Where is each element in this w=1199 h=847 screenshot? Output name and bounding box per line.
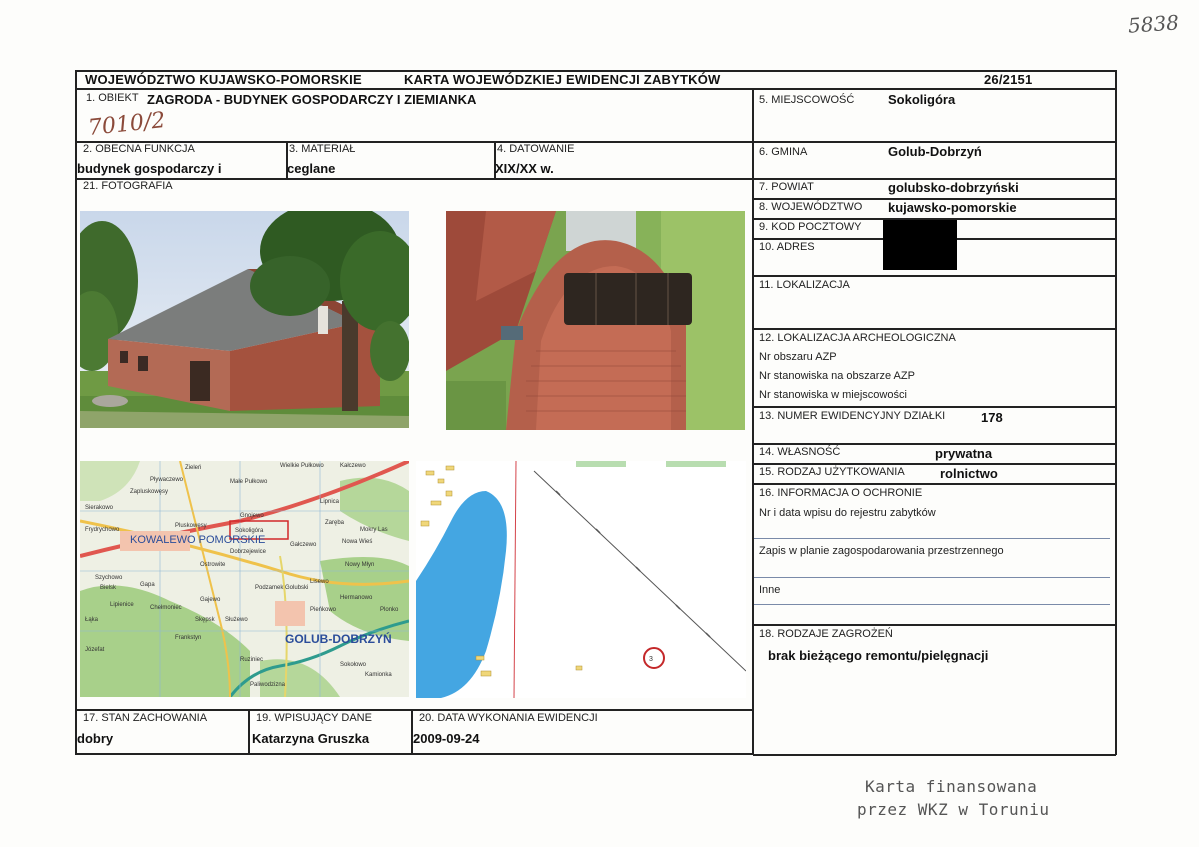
svg-text:Lisewo: Lisewo xyxy=(310,579,329,585)
svg-text:Pluskowęsy: Pluskowęsy xyxy=(175,523,207,529)
zagrozenia-label: 18. RODZAJE ZAGROŻEŃ xyxy=(759,628,893,640)
wlasnosc-label: 14. WŁASNOŚĆ xyxy=(759,446,841,458)
svg-text:Podzamek Golubski: Podzamek Golubski xyxy=(255,585,308,591)
svg-text:Małe Pułkowo: Małe Pułkowo xyxy=(230,479,268,485)
svg-text:Służewo: Służewo xyxy=(225,617,248,623)
data-wyk-label: 20. DATA WYKONANIA EWIDENCJI xyxy=(419,712,598,724)
card-number: 26/2151 xyxy=(984,72,1033,87)
datowanie-label: 4. DATOWANIE xyxy=(497,143,575,155)
powiat-value: golubsko-dobrzyński xyxy=(888,180,1019,195)
barn-photo xyxy=(80,211,409,428)
wojewodztwo-value: kujawsko-pomorskie xyxy=(888,200,1017,215)
svg-text:Kałczewo: Kałczewo xyxy=(340,463,366,469)
ochrona-line2: Zapis w planie zagospodarowania przestrz… xyxy=(759,545,1004,557)
funding-stamp-line1: Karta finansowana xyxy=(865,777,1038,796)
svg-text:Nowa Wieś: Nowa Wieś xyxy=(342,539,372,545)
obiekt-handwritten: 7010/2 xyxy=(86,108,167,141)
stan-label: 17. STAN ZACHOWANIA xyxy=(83,712,208,724)
material-label: 3. MATERIAŁ xyxy=(289,143,356,155)
svg-text:Ruziniec: Ruziniec xyxy=(240,657,263,663)
datowanie-value: XIX/XX w. xyxy=(495,161,554,176)
svg-text:Łąka: Łąka xyxy=(85,617,99,623)
region-map: KOWALEWO POMORSKIE GOLUB-DOBRZYŃ Zieleń … xyxy=(80,461,409,697)
stan-value: dobry xyxy=(77,731,114,746)
archeo-line1: Nr obszaru AZP xyxy=(759,351,837,363)
wpisujacy-value: Katarzyna Gruszka xyxy=(252,731,370,746)
funkcja-label: 2. OBECNA FUNKCJA xyxy=(83,143,195,155)
svg-text:Lipnica: Lipnica xyxy=(320,499,340,505)
gmina-value: Golub-Dobrzyń xyxy=(888,144,982,159)
archeo-line3: Nr stanowiska w miejscowości xyxy=(759,389,907,401)
svg-text:Dobrzejewice: Dobrzejewice xyxy=(230,549,267,555)
dzialka-value: 178 xyxy=(981,410,1003,425)
voivodeship-title: WOJEWÓDZTWO KUJAWSKO-POMORSKIE xyxy=(85,72,362,87)
fotografia-label: 21. FOTOGRAFIA xyxy=(83,180,173,192)
wlasnosc-value: prywatna xyxy=(935,446,993,461)
svg-text:Zieleń: Zieleń xyxy=(185,465,201,471)
svg-text:Sierakowo: Sierakowo xyxy=(85,505,114,511)
redaction-block xyxy=(883,220,957,270)
svg-text:Bielsk: Bielsk xyxy=(100,585,117,591)
svg-text:Gnojewo: Gnojewo xyxy=(240,513,264,519)
svg-text:Nowy Młyn: Nowy Młyn xyxy=(345,562,374,568)
uzytkowanie-value: rolnictwo xyxy=(940,466,998,481)
svg-text:Ostrowite: Ostrowite xyxy=(200,562,226,568)
svg-text:Skępsk: Skępsk xyxy=(195,617,216,623)
wojewodztwo-label: 8. WOJEWÓDZTWO xyxy=(759,201,863,213)
cadastral-map: 3 xyxy=(416,461,746,698)
svg-text:Pieńkowo: Pieńkowo xyxy=(310,607,337,613)
dzialka-label: 13. NUMER EWIDENCYJNY DZIAŁKI xyxy=(759,410,946,422)
miejscowosc-label: 5. MIEJSCOWOŚĆ xyxy=(759,94,855,106)
gmina-label: 6. GMINA xyxy=(759,146,808,158)
funkcja-value: budynek gospodarczy i xyxy=(77,161,222,176)
svg-text:Pływaczewo: Pływaczewo xyxy=(150,477,184,483)
card-title: KARTA WOJEWÓDZKIEJ EWIDENCJI ZABYTKÓW xyxy=(404,72,721,87)
svg-text:Gapa: Gapa xyxy=(140,582,155,588)
ochrona-line3: Inne xyxy=(759,584,781,596)
svg-text:Frankstyn: Frankstyn xyxy=(175,635,201,641)
svg-text:Szychowo: Szychowo xyxy=(95,575,123,581)
svg-text:Paliwodzizna: Paliwodzizna xyxy=(250,682,286,688)
ziemianka-photo xyxy=(446,211,745,430)
ochrona-label: 16. INFORMACJA O OCHRONIE xyxy=(759,487,923,499)
svg-text:Zaręba: Zaręba xyxy=(325,520,345,526)
powiat-label: 7. POWIAT xyxy=(759,181,814,193)
svg-text:Lipienice: Lipienice xyxy=(110,602,134,608)
svg-text:Mokry Las: Mokry Las xyxy=(360,527,388,533)
data-wyk-value: 2009-09-24 xyxy=(413,731,480,746)
svg-text:3: 3 xyxy=(649,656,653,663)
svg-text:Plonko: Plonko xyxy=(380,607,399,613)
svg-text:Frydrychowo: Frydrychowo xyxy=(85,527,120,533)
archeo-label: 12. LOKALIZACJA ARCHEOLOGICZNA xyxy=(759,332,956,344)
svg-text:Zapluskowęsy: Zapluskowęsy xyxy=(130,489,168,495)
funding-stamp-line2: przez WKZ w Toruniu xyxy=(857,800,1050,819)
svg-text:Hermanowo: Hermanowo xyxy=(340,595,373,601)
archeo-line2: Nr stanowiska na obszarze AZP xyxy=(759,370,915,382)
ochrona-line1: Nr i data wpisu do rejestru zabytków xyxy=(759,507,936,519)
material-value: ceglane xyxy=(287,161,336,176)
svg-text:Sokołowo: Sokołowo xyxy=(340,662,367,668)
wpisujacy-label: 19. WPISUJĄCY DANE xyxy=(256,712,372,724)
svg-text:Kamionka: Kamionka xyxy=(365,672,392,678)
zagrozenia-value: brak bieżącego remontu/pielęgnacji xyxy=(768,648,989,663)
obiekt-label: 1. OBIEKT xyxy=(86,92,139,104)
svg-text:Gałczewo: Gałczewo xyxy=(290,542,317,548)
adres-label: 10. ADRES xyxy=(759,241,815,253)
svg-text:Gajewo: Gajewo xyxy=(200,597,221,603)
obiekt-value: ZAGRODA - BUDYNEK GOSPODARCZY I ZIEMIANK… xyxy=(147,92,477,107)
corner-note: 5838 xyxy=(1127,10,1180,38)
svg-text:Chełmoniec: Chełmoniec xyxy=(150,605,182,611)
svg-text:KOWALEWO POMORSKIE: KOWALEWO POMORSKIE xyxy=(130,534,265,546)
svg-text:GOLUB-DOBRZYŃ: GOLUB-DOBRZYŃ xyxy=(285,631,392,646)
lokalizacja-label: 11. LOKALIZACJA xyxy=(759,279,850,291)
uzytkowanie-label: 15. RODZAJ UŻYTKOWANIA xyxy=(759,466,905,478)
svg-text:Józefat: Józefat xyxy=(85,647,105,653)
kod-label: 9. KOD POCZTOWY xyxy=(759,221,862,233)
miejscowosc-value: Sokoligóra xyxy=(888,92,956,107)
svg-text:Wielkie Pułkowo: Wielkie Pułkowo xyxy=(280,463,324,469)
svg-text:Sokoligóra: Sokoligóra xyxy=(235,528,264,534)
